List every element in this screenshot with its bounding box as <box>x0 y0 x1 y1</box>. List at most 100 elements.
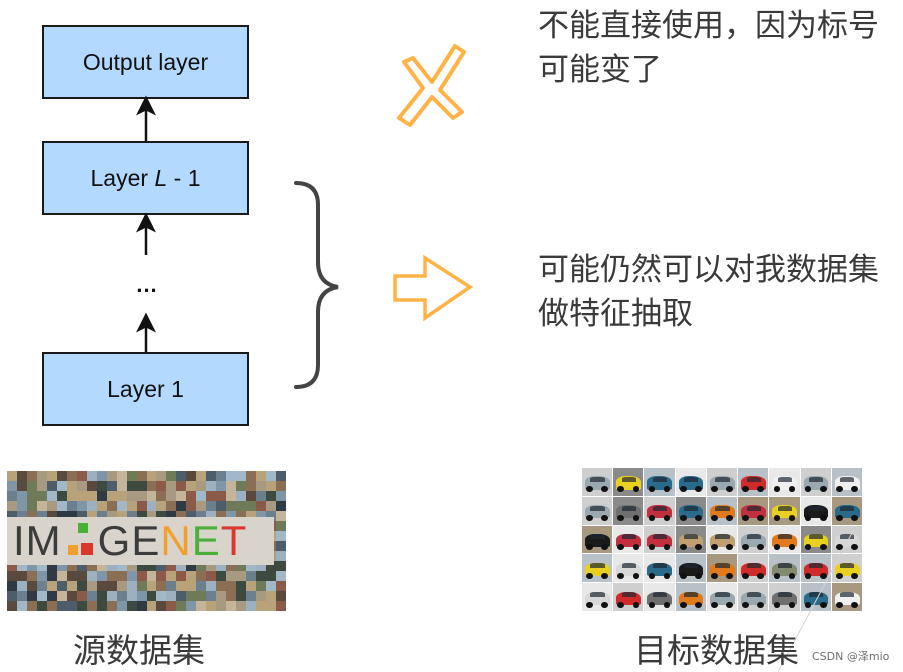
mosaic-tile <box>266 591 277 601</box>
mosaic-tile <box>76 571 87 581</box>
car-thumbnail <box>613 468 644 496</box>
watermark: CSDN @泽mio <box>812 650 890 663</box>
mosaic-tile <box>156 491 167 501</box>
mosaic-tile <box>76 501 87 511</box>
mosaic-tile <box>256 581 267 591</box>
mosaic-tile <box>226 491 237 501</box>
mosaic-tile <box>256 571 267 581</box>
logo-dots-icon <box>66 521 94 561</box>
mosaic-tile <box>66 501 77 511</box>
mosaic-tile <box>126 491 137 501</box>
car-thumbnail <box>675 554 706 583</box>
mosaic-tile <box>126 481 137 491</box>
mosaic-tile <box>196 491 207 501</box>
mosaic-tile <box>146 571 157 581</box>
mosaic-tile <box>26 571 37 581</box>
mosaic-tile <box>26 601 37 611</box>
logo-part-im: IM <box>13 517 62 564</box>
car-thumbnail <box>582 554 613 583</box>
mosaic-tile <box>276 481 286 491</box>
mosaic-tile <box>86 591 97 601</box>
mosaic-tile <box>16 491 27 501</box>
mosaic-tile <box>226 581 237 591</box>
mosaic-tile <box>166 581 177 591</box>
mosaic-tile <box>156 601 167 611</box>
mosaic-tile <box>196 601 207 611</box>
mosaic-tile <box>46 481 57 491</box>
mosaic-tile <box>56 571 67 581</box>
mosaic-tile <box>256 481 267 491</box>
mosaic-tile <box>266 571 277 581</box>
mosaic-tile <box>116 581 127 591</box>
car-thumbnail <box>706 583 738 611</box>
mosaic-tile <box>176 571 187 581</box>
mosaic-tile <box>266 581 277 591</box>
mosaic-tile <box>216 471 227 481</box>
mosaic-tile <box>7 471 17 481</box>
car-thumbnail <box>582 468 613 496</box>
mosaic-tile <box>106 591 117 601</box>
mosaic-tile <box>66 491 77 501</box>
feature-extraction-note: 可能仍然可以对我数据集做特征抽取 <box>538 252 879 332</box>
mosaic-tile <box>146 501 157 511</box>
mosaic-tile <box>276 581 286 591</box>
car-thumbnail <box>738 583 769 611</box>
mosaic-tile <box>96 601 107 611</box>
mosaic-tile <box>106 471 117 481</box>
mosaic-tile <box>166 601 177 611</box>
mosaic-tile <box>276 591 286 601</box>
mosaic-tile <box>136 491 147 501</box>
car-thumbnail <box>769 468 800 496</box>
car-thumbnail <box>831 468 862 496</box>
mosaic-tile <box>7 601 17 611</box>
car-thumbnail <box>613 496 644 525</box>
mosaic-tile <box>246 591 257 601</box>
right-curly-brace-icon <box>294 181 339 389</box>
mosaic-tile <box>136 471 147 481</box>
mosaic-tile <box>246 491 257 501</box>
mosaic-tile <box>26 491 37 501</box>
mosaic-tile <box>16 581 27 591</box>
car-thumbnail <box>675 468 706 496</box>
mosaic-tile <box>216 591 227 601</box>
logo-part-e: E <box>191 517 221 564</box>
mosaic-tile <box>226 591 237 601</box>
mosaic-tile <box>96 581 107 591</box>
mosaic-tile <box>36 501 47 511</box>
mosaic-tile <box>126 571 137 581</box>
mosaic-tile <box>76 471 87 481</box>
mosaic-tile <box>7 491 17 501</box>
mosaic-tile <box>146 601 157 611</box>
mosaic-tile <box>216 581 227 591</box>
logo-part-n: N <box>160 517 192 564</box>
car-thumbnail <box>644 496 675 525</box>
mosaic-tile <box>246 481 257 491</box>
mosaic-tile <box>96 501 107 511</box>
mosaic-tile <box>56 581 67 591</box>
mosaic-tile <box>86 481 97 491</box>
mosaic-tile <box>46 581 57 591</box>
mosaic-tile <box>156 591 167 601</box>
car-thumbnail <box>831 496 862 525</box>
mosaic-tile <box>206 471 217 481</box>
car-thumbnail <box>738 496 769 525</box>
mosaic-tile <box>276 491 286 501</box>
mosaic-tile <box>46 571 57 581</box>
mosaic-tile <box>36 591 47 601</box>
mosaic-tile <box>216 571 227 581</box>
mosaic-tile <box>116 501 127 511</box>
mosaic-tile <box>46 601 57 611</box>
mosaic-tile <box>16 601 27 611</box>
mosaic-tile <box>126 471 137 481</box>
mosaic-tile <box>206 591 217 601</box>
mosaic-tile <box>226 571 237 581</box>
mosaic-tile <box>276 471 286 481</box>
mosaic-tile <box>236 501 247 511</box>
mosaic-tile <box>236 491 247 501</box>
mosaic-tile <box>66 601 77 611</box>
mosaic-tile <box>206 571 217 581</box>
mosaic-tile <box>276 521 286 531</box>
mosaic-tile <box>7 481 17 491</box>
car-thumbnail <box>644 525 675 554</box>
car-thumbnail <box>769 583 800 611</box>
